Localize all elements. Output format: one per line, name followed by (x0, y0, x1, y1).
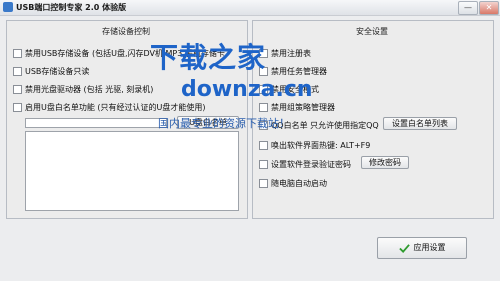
option-label: 禁用USB存储设备 (包括U盘,闪存DV机,MP3,手机存储卡 (25, 49, 225, 58)
option-usb-readonly[interactable]: USB存储设备只读 (13, 66, 89, 77)
whitelist-list[interactable] (25, 131, 239, 211)
option-label: 禁用任务管理器 (271, 67, 327, 76)
storage-control-panel: 存储设备控制 禁用USB存储设备 (包括U盘,闪存DV机,MP3,手机存储卡 U… (6, 20, 248, 219)
checkbox[interactable] (259, 67, 268, 76)
usb-whitelist-button[interactable]: U盘白名单 (177, 116, 239, 129)
title-bar: USB端口控制专家 2.0 体验版 — ✕ (0, 0, 500, 16)
option-label: 唤出软件界面热键: ALT+F9 (271, 141, 371, 150)
apply-label: 应用设置 (413, 243, 446, 252)
checkbox[interactable] (259, 85, 268, 94)
option-label: 启用U盘白名单功能 (只有经过认证的U盘才能使用) (25, 103, 206, 112)
option-label: 设置软件登录验证密码 (271, 160, 351, 169)
option-label: USB存储设备只读 (25, 67, 90, 76)
security-panel-title: 安全设置 (356, 27, 388, 36)
checkbox[interactable] (259, 160, 268, 169)
checkbox[interactable] (259, 121, 268, 130)
option-hotkey[interactable]: 唤出软件界面热键: ALT+F9 (259, 140, 370, 151)
set-qq-whitelist-button[interactable]: 设置白名单列表 (383, 117, 457, 130)
option-disable-group-policy[interactable]: 禁用组策略管理器 (259, 102, 335, 113)
option-qq-whitelist[interactable]: QQ白名单 只允许使用指定QQ (259, 120, 379, 131)
apply-settings-button[interactable]: 应用设置 (377, 237, 467, 259)
option-disable-usb-storage[interactable]: 禁用USB存储设备 (包括U盘,闪存DV机,MP3,手机存储卡 (13, 48, 225, 59)
option-label: 随电脑自动启动 (271, 179, 327, 188)
checkbox[interactable] (13, 67, 22, 76)
app-icon (3, 2, 13, 12)
option-disable-task-manager[interactable]: 禁用任务管理器 (259, 66, 327, 77)
checkbox[interactable] (259, 141, 268, 150)
checkmark-icon (398, 243, 410, 253)
close-button[interactable]: ✕ (479, 1, 499, 15)
option-disable-optical-drive[interactable]: 禁用光盘驱动器 (包括 光驱, 刻录机) (13, 84, 153, 95)
security-settings-panel: 安全设置 禁用注册表 禁用任务管理器 禁用安全模式 禁用组策略管理器 QQ白名单… (252, 20, 494, 219)
storage-panel-title: 存储设备控制 (102, 27, 150, 36)
checkbox[interactable] (13, 49, 22, 58)
minimize-button[interactable]: — (458, 1, 478, 15)
whitelist-input[interactable] (25, 118, 167, 128)
checkbox[interactable] (13, 85, 22, 94)
option-label: 禁用光盘驱动器 (包括 光驱, 刻录机) (25, 85, 154, 94)
option-label: QQ白名单 只允许使用指定QQ (271, 121, 379, 130)
option-disable-safe-mode[interactable]: 禁用安全模式 (259, 84, 319, 95)
checkbox[interactable] (259, 179, 268, 188)
checkbox[interactable] (13, 103, 22, 112)
window-title: USB端口控制专家 2.0 体验版 (16, 3, 127, 12)
option-label: 禁用注册表 (271, 49, 311, 58)
checkbox[interactable] (259, 103, 268, 112)
option-disable-registry[interactable]: 禁用注册表 (259, 48, 311, 59)
checkbox[interactable] (259, 49, 268, 58)
option-label: 禁用安全模式 (271, 85, 319, 94)
option-enable-usb-whitelist[interactable]: 启用U盘白名单功能 (只有经过认证的U盘才能使用) (13, 102, 206, 113)
option-autostart[interactable]: 随电脑自动启动 (259, 178, 327, 189)
option-login-password[interactable]: 设置软件登录验证密码 (259, 159, 351, 170)
option-label: 禁用组策略管理器 (271, 103, 335, 112)
change-password-button[interactable]: 修改密码 (361, 156, 409, 169)
